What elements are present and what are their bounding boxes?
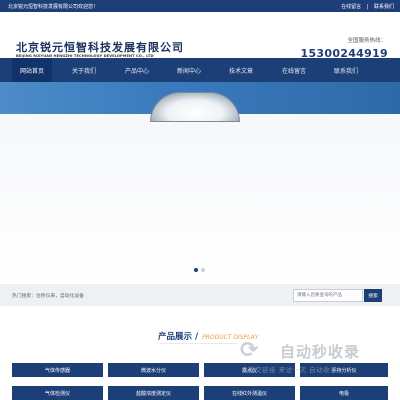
page: 北京锐元恒智科技发展有限公司欢迎您！ 在线留言 | 联系我们 北京锐元恒智科技发… (0, 0, 400, 400)
top-bar: 北京锐元恒智科技发展有限公司欢迎您！ 在线留言 | 联系我们 (0, 0, 400, 12)
hot-search-label: 热门搜索： (12, 294, 36, 299)
products-title: 产品展示 (158, 332, 193, 342)
hero-banner[interactable] (0, 82, 400, 284)
nav-products[interactable]: 产品中心 (117, 58, 157, 82)
hot-search-items[interactable]: 位移仪表，自动化设备 (36, 294, 84, 299)
company-name[interactable]: 北京锐元恒智科技发展有限公司 (16, 39, 184, 55)
welcome-text: 北京锐元恒智科技发展有限公司欢迎您！ (8, 3, 99, 10)
banner-dot-1[interactable] (194, 268, 198, 272)
product-ir-thermometer[interactable]: 在线红外测温仪 (204, 386, 295, 400)
nav-articles[interactable]: 技术文章 (221, 58, 261, 82)
product-electrode[interactable]: 电极 (300, 386, 388, 400)
top-link-contact[interactable]: 联系我们 (374, 4, 394, 10)
search-button[interactable]: 搜索 (364, 289, 382, 302)
site-header: 北京锐元恒智科技发展有限公司 BEIJING RUIYUAN HENGZHI T… (0, 12, 400, 60)
product-hcl-tester[interactable]: 盐酸浓度测定仪 (108, 386, 199, 400)
nav-contact[interactable]: 联系我们 (326, 58, 366, 82)
product-handheld-analyzer[interactable]: 手持分析仪 (300, 363, 388, 377)
top-link-message[interactable]: 在线留言 (341, 4, 361, 10)
products-heading: 产品展示 / PRODUCT DISPLAY (158, 330, 258, 342)
product-microwave-moisture[interactable]: 微波水分仪 (108, 363, 199, 377)
search-input[interactable] (293, 289, 363, 302)
nav-about[interactable]: 关于我们 (64, 58, 104, 82)
hotline-label: 全国服务热线： (347, 38, 386, 44)
banner-lens-image (150, 92, 240, 122)
top-links: 在线留言 | 联系我们 (337, 3, 394, 10)
nav-news[interactable]: 新闻中心 (169, 58, 209, 82)
nav-message[interactable]: 在线留言 (274, 58, 314, 82)
products-title-en: PRODUCT DISPLAY (202, 334, 259, 341)
products-divider (160, 343, 238, 344)
watermark-text: 自动秒收录 (280, 343, 361, 361)
product-dew-point[interactable]: 露点仪 (204, 363, 295, 377)
banner-dot-2[interactable] (201, 268, 205, 272)
products-title-separator: / (194, 332, 199, 342)
main-nav: 网站首页 关于我们 产品中心 新闻中心 技术文章 在线留言 联系我们 (0, 58, 400, 82)
search-bar: 热门搜索：位移仪表，自动化设备 搜索 (0, 284, 400, 306)
hot-search: 热门搜索：位移仪表，自动化设备 (12, 292, 84, 299)
nav-home[interactable]: 网站首页 (12, 58, 52, 82)
product-gas-sensor[interactable]: 气体传感器 (12, 363, 103, 377)
product-gas-detector[interactable]: 气体检测仪 (12, 386, 103, 400)
top-link-separator: | (366, 3, 369, 10)
